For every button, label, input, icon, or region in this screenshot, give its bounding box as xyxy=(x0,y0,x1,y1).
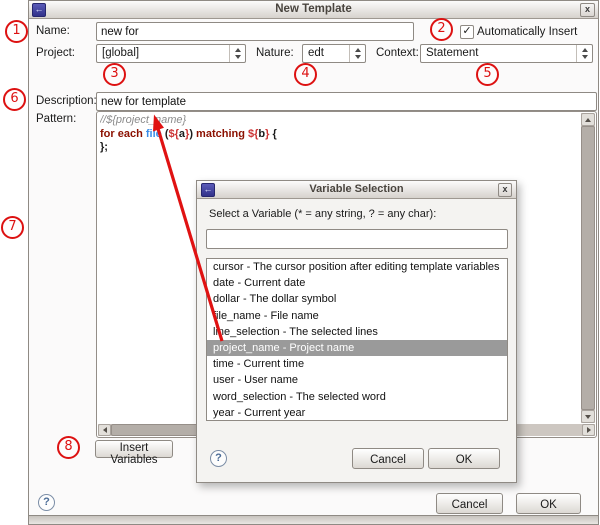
variable-list[interactable]: cursor - The cursor position after editi… xyxy=(206,258,508,421)
annotation-circle-6: 6 xyxy=(3,88,26,111)
variable-filter-input[interactable] xyxy=(206,229,508,249)
pattern-vertical-scrollbar[interactable] xyxy=(581,113,595,423)
main-close-button[interactable]: x xyxy=(580,3,595,17)
variable-list-item[interactable]: word_selection - The selected word xyxy=(207,389,507,405)
description-input[interactable] xyxy=(96,92,597,111)
context-select[interactable]: Statement xyxy=(420,44,593,63)
variable-list-item[interactable]: date - Current date xyxy=(207,275,507,291)
code-token: }; xyxy=(100,141,108,153)
scroll-down-icon[interactable] xyxy=(581,410,595,423)
code-token: for each xyxy=(100,128,146,140)
ok-button[interactable]: OK xyxy=(516,493,581,514)
auto-insert-checkbox[interactable]: ✓ xyxy=(460,25,474,39)
pattern-label: Pattern: xyxy=(36,113,76,125)
insert-variables-button[interactable]: Insert Variables xyxy=(95,440,173,458)
variable-list-item[interactable]: dollar - The dollar symbol xyxy=(207,291,507,307)
main-titlebar[interactable]: ← New Template x xyxy=(29,1,598,19)
variable-list-item[interactable]: cursor - The cursor position after editi… xyxy=(207,259,507,275)
project-select[interactable]: [global] xyxy=(96,44,246,63)
cancel-button[interactable]: Cancel xyxy=(436,493,503,514)
project-label: Project: xyxy=(36,47,75,59)
description-label: Description: xyxy=(36,95,97,107)
vs-titlebar[interactable]: ← Variable Selection x xyxy=(197,181,516,199)
annotation-circle-5: 5 xyxy=(476,63,499,86)
variable-list-item[interactable]: year - Current year xyxy=(207,405,507,421)
nature-label: Nature: xyxy=(256,47,294,59)
vs-dialog-title: Variable Selection xyxy=(197,183,516,195)
vs-cancel-button[interactable]: Cancel xyxy=(352,448,424,469)
project-value: [global] xyxy=(102,47,139,59)
nature-value: edt xyxy=(308,47,324,59)
code-token: ( xyxy=(162,128,169,140)
window-bottom-edge xyxy=(29,515,598,524)
vertical-scroll-thumb[interactable] xyxy=(581,126,595,410)
dropdown-arrows-icon[interactable] xyxy=(229,45,245,62)
name-label: Name: xyxy=(36,25,70,37)
variable-list-item[interactable]: file_name - File name xyxy=(207,308,507,324)
vs-prompt-label: Select a Variable (* = any string, ? = a… xyxy=(209,208,436,220)
help-icon[interactable]: ? xyxy=(38,494,55,511)
variable-list-item-selected[interactable]: project_name - Project name xyxy=(207,340,507,356)
screen: ← New Template x Name: ✓ Automatically I… xyxy=(0,0,600,525)
annotation-circle-1: 1 xyxy=(5,20,28,43)
main-dialog-title: New Template xyxy=(29,3,598,15)
variable-list-item[interactable]: user - User name xyxy=(207,372,507,388)
code-token: ${ xyxy=(169,128,179,140)
context-label: Context: xyxy=(376,47,419,59)
scroll-up-icon[interactable] xyxy=(581,113,595,126)
code-token: file xyxy=(146,128,162,140)
code-token: //${project_name} xyxy=(100,114,186,126)
code-token: matching xyxy=(196,128,248,140)
code-token: ${ xyxy=(248,128,258,140)
vs-ok-button[interactable]: OK xyxy=(428,448,500,469)
annotation-circle-2: 2 xyxy=(430,18,453,41)
scroll-left-icon[interactable] xyxy=(98,424,111,436)
context-value: Statement xyxy=(426,47,478,59)
name-input[interactable] xyxy=(96,22,414,41)
auto-insert-label: Automatically Insert xyxy=(477,26,577,38)
variable-selection-dialog: ← Variable Selection x Select a Variable… xyxy=(196,180,517,483)
code-token: { xyxy=(269,128,276,140)
annotation-circle-8: 8 xyxy=(57,436,80,459)
annotation-circle-4: 4 xyxy=(294,63,317,86)
dropdown-arrows-icon[interactable] xyxy=(576,45,592,62)
annotation-circle-3: 3 xyxy=(103,63,126,86)
dropdown-arrows-icon[interactable] xyxy=(349,45,365,62)
variable-list-item[interactable]: line_selection - The selected lines xyxy=(207,324,507,340)
annotation-circle-7: 7 xyxy=(1,216,24,239)
scroll-right-icon[interactable] xyxy=(582,424,595,436)
variable-list-item[interactable]: time - Current time xyxy=(207,356,507,372)
vs-close-button[interactable]: x xyxy=(498,183,512,197)
vs-help-icon[interactable]: ? xyxy=(210,450,227,467)
nature-select[interactable]: edt xyxy=(302,44,366,63)
